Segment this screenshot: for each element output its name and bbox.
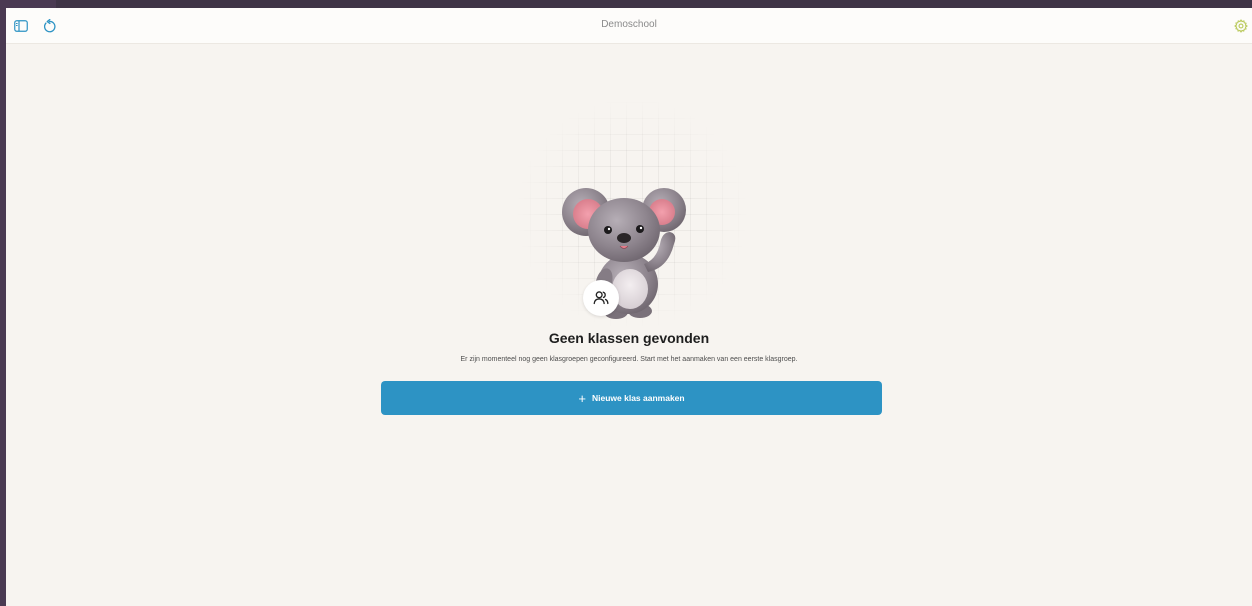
empty-state: Geen klassen gevonden Er zijn momenteel … (6, 44, 1252, 606)
koala-image (562, 188, 686, 319)
window-frame-top (0, 0, 56, 8)
empty-state-description: Er zijn momenteel nog geen klasgroepen g… (460, 356, 798, 363)
plus-icon: + (578, 390, 586, 406)
top-bar-right-actions (1232, 17, 1250, 35)
new-class-button-label: Nieuwe klas aanmaken (591, 393, 685, 403)
top-bar: Demoschool (6, 8, 1252, 44)
settings-icon[interactable] (1232, 17, 1250, 35)
empty-state-title: Geen klassen gevonden (548, 330, 710, 346)
page-title: Demoschool (601, 19, 657, 30)
app-window: Demoschool Geen klassen gevonden Er zijn… (6, 8, 1252, 606)
new-class-button[interactable]: + Nieuwe klas aanmaken (381, 381, 882, 415)
koala-illustration (514, 102, 750, 326)
users-badge (583, 280, 619, 316)
users-icon (593, 291, 609, 305)
